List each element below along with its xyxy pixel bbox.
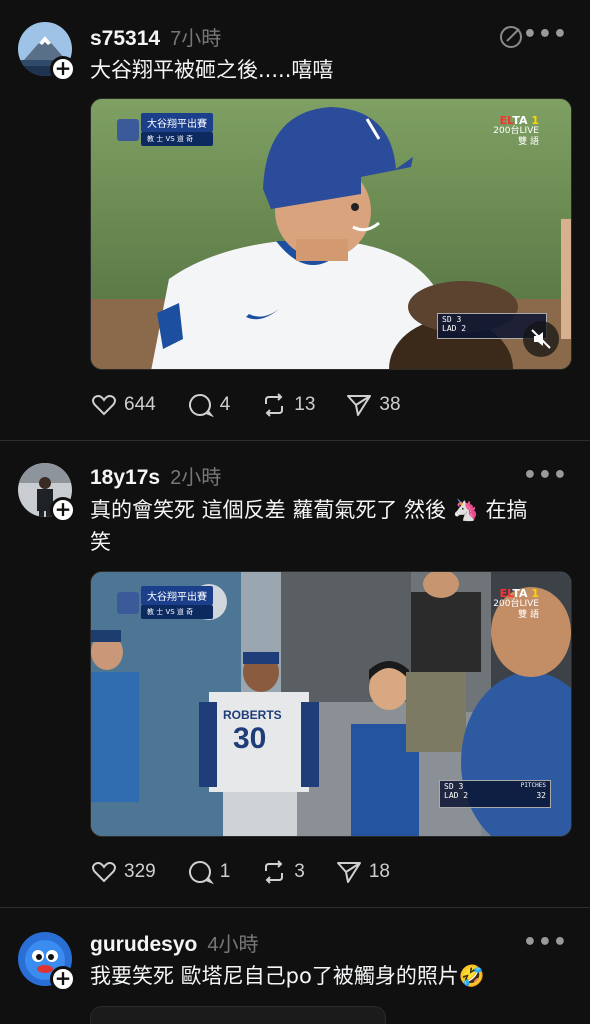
scoreboard: SD 3 PITCHES LAD 2 32	[439, 780, 551, 808]
more-options-icon[interactable]: •••	[523, 930, 568, 955]
post-2: + 18y17s 2小時 ••• 真的會笑死 這個反差 蘿蔔氣死了 然後 🦄 在…	[0, 441, 590, 907]
post-3: + gurudesyo 4小時 ••• 我要笑死 歐塔尼自己po了被觸身的照片🤣	[0, 908, 590, 1024]
timestamp: 4小時	[207, 934, 259, 956]
post-text-line-1: 真的會笑死 這個反差 蘿蔔氣死了 然後 🦄 在搞	[90, 498, 528, 522]
overlay-title: 大谷翔平出賽	[141, 586, 213, 605]
comment-count: 1	[219, 861, 231, 882]
mute-button[interactable]	[523, 321, 559, 357]
username[interactable]: gurudesyo	[90, 933, 197, 957]
pitches-count: 32	[536, 791, 546, 800]
score-home: LAD 2	[444, 791, 469, 800]
comment-icon	[188, 393, 214, 418]
channel-logo: ELTA 1 200台LIVE 雙 語	[493, 115, 539, 148]
player-thumb-icon	[117, 591, 139, 614]
more-options-icon[interactable]: •••	[523, 22, 568, 47]
pitches-label: PITCHES	[520, 782, 546, 789]
muted-speaker-icon	[531, 329, 551, 349]
send-icon	[347, 395, 372, 416]
share-count: 38	[379, 394, 401, 415]
repost-count: 13	[294, 394, 316, 415]
follow-plus-icon[interactable]: +	[50, 56, 76, 82]
follow-plus-icon[interactable]: +	[50, 497, 76, 523]
avatar-wrap[interactable]: +	[18, 463, 76, 523]
overlay-badge: 大谷翔平出賽 教 士 VS 道 奇	[117, 113, 213, 146]
overlay-sub: 教 士 VS 道 奇	[141, 132, 213, 146]
like-count: 644	[124, 394, 156, 415]
comment-button[interactable]: 1	[186, 858, 231, 886]
avatar-wrap[interactable]: +	[18, 932, 76, 992]
heart-icon	[92, 862, 116, 883]
post-header: 18y17s 2小時	[90, 461, 221, 491]
post-1: + s75314 7小時 ••• 大谷翔平被砸之後.....嘻嘻 大谷翔平出賽 …	[0, 0, 590, 440]
like-button[interactable]: 644	[90, 391, 156, 419]
post-media-preview[interactable]	[90, 1006, 386, 1024]
edit-icon[interactable]	[498, 24, 524, 50]
repost-button[interactable]: 13	[260, 391, 315, 419]
timestamp: 2小時	[170, 467, 222, 489]
post-actions: 644 4 13 38	[90, 390, 431, 420]
channel-brand-icon: ELTA 1	[499, 114, 539, 127]
repost-button[interactable]: 3	[260, 858, 305, 886]
channel-brand-icon: ELTA 1	[499, 587, 539, 600]
comment-count: 4	[219, 394, 231, 415]
post-header: gurudesyo 4小時	[90, 928, 258, 958]
avatar-wrap[interactable]: +	[18, 22, 76, 82]
channel-sub: 雙 語	[518, 137, 539, 147]
send-icon	[336, 862, 361, 883]
share-button[interactable]: 18	[335, 858, 390, 886]
comment-icon	[188, 860, 214, 885]
overlay-badge: 大谷翔平出賽 教 士 VS 道 奇	[117, 586, 213, 619]
post-text: 大谷翔平被砸之後.....嘻嘻	[90, 58, 334, 82]
post-header: s75314 7小時	[90, 22, 221, 52]
heart-icon	[92, 395, 116, 416]
more-options-icon[interactable]: •••	[523, 463, 568, 488]
overlay-title: 大谷翔平出賽	[141, 113, 213, 132]
share-count: 18	[368, 861, 390, 882]
repost-icon	[265, 860, 284, 884]
channel-label: 200台LIVE	[493, 599, 539, 609]
like-count: 329	[124, 861, 156, 882]
post-actions: 329 1 3 18	[90, 857, 420, 887]
score-away: SD 3	[444, 782, 464, 791]
player-thumb-icon	[117, 118, 139, 141]
overlay-sub: 教 士 VS 道 奇	[141, 605, 213, 619]
channel-sub: 雙 語	[518, 610, 539, 620]
comment-button[interactable]: 4	[186, 391, 231, 419]
share-button[interactable]: 38	[345, 391, 401, 419]
jersey-number: 30	[233, 722, 267, 755]
username[interactable]: s75314	[90, 27, 160, 51]
repost-count: 3	[294, 861, 305, 882]
timestamp: 7小時	[170, 28, 222, 50]
post-video[interactable]: 大谷翔平出賽 教 士 VS 道 奇 ELTA 1 200台LIVE 雙 語 RO…	[90, 571, 572, 837]
username[interactable]: 18y17s	[90, 466, 160, 490]
like-button[interactable]: 329	[90, 858, 156, 886]
post-text: 我要笑死 歐塔尼自己po了被觸身的照片🤣	[90, 964, 485, 988]
follow-plus-icon[interactable]: +	[50, 966, 76, 992]
channel-label: 200台LIVE	[493, 126, 539, 136]
post-video[interactable]: 大谷翔平出賽 教 士 VS 道 奇 ELTA 1 200台LIVE 雙 語 SD…	[90, 98, 572, 370]
jersey-name: ROBERTS	[223, 708, 282, 722]
channel-logo: ELTA 1 200台LIVE 雙 語	[493, 588, 539, 621]
post-text-line-2: 笑	[90, 530, 111, 554]
repost-icon	[265, 393, 284, 417]
